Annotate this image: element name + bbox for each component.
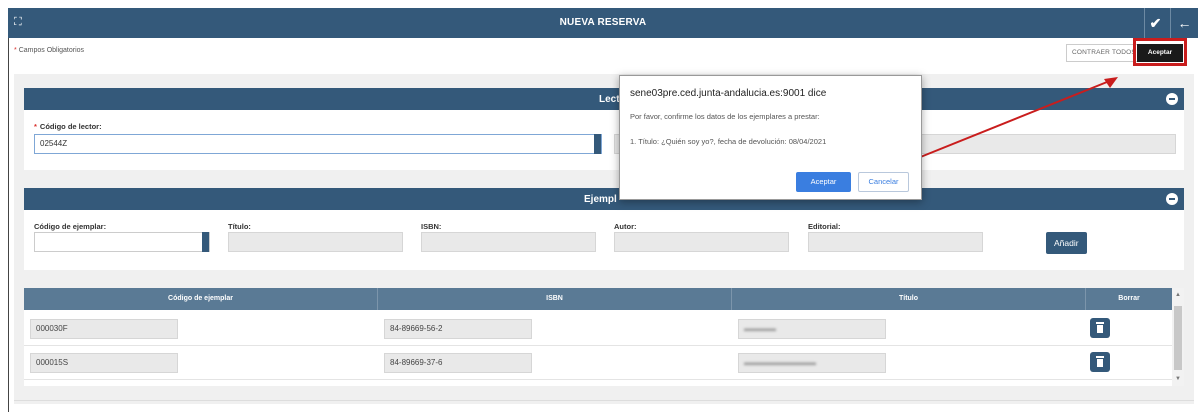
dialog-item: 1. Título: ¿Quién soy yo?, fecha de devo… bbox=[630, 137, 827, 146]
table-row: 000015S 84-89669-37-6 ▬▬▬▬▬▬▬▬▬ bbox=[24, 346, 1172, 380]
isbn-cell: 84-89669-56-2 bbox=[384, 319, 532, 339]
isbn-cell: 84-89669-37-6 bbox=[384, 353, 532, 373]
dialog-message: Por favor, confirme los datos de los eje… bbox=[630, 112, 820, 121]
editorial-field bbox=[808, 232, 983, 252]
codigo-lector-value: 02544Z bbox=[40, 139, 68, 148]
titulo-cell: ▬▬▬▬ bbox=[738, 319, 886, 339]
codigo-ejemplar-label: Código de ejemplar: bbox=[34, 222, 107, 231]
codigo-lector-label: * Código de lector: bbox=[34, 122, 102, 131]
blurred-title: ▬▬▬▬ bbox=[744, 324, 776, 333]
titulo-field bbox=[228, 232, 403, 252]
dialog-cancel-button[interactable]: Cancelar bbox=[858, 172, 909, 192]
input-side-marker bbox=[202, 232, 209, 252]
dialog-accept-button[interactable]: Aceptar bbox=[796, 172, 851, 192]
editorial-label: Editorial: bbox=[808, 222, 841, 231]
th-titulo: Título bbox=[732, 288, 1086, 310]
th-isbn: ISBN bbox=[378, 288, 732, 310]
scroll-up-icon[interactable]: ▲ bbox=[1175, 292, 1181, 298]
content-area: Lector * Código de lector: 02544Z Ejempl … bbox=[14, 74, 1194, 404]
ejemplar-section-header[interactable]: Ejempl bbox=[24, 188, 1184, 210]
input-side-marker bbox=[594, 134, 601, 154]
required-note-text: Campos Obligatorios bbox=[18, 47, 85, 54]
isbn-field bbox=[421, 232, 596, 252]
codigo-ejemplar-input[interactable] bbox=[34, 232, 210, 252]
trash-icon[interactable] bbox=[1090, 352, 1110, 372]
autor-field bbox=[614, 232, 789, 252]
codigo-cell: 000015S bbox=[30, 353, 178, 373]
th-codigo: Código de ejemplar bbox=[24, 288, 378, 310]
th-borrar: Borrar bbox=[1118, 295, 1140, 302]
dialog-title: sene03pre.ced.junta-andalucia.es:9001 di… bbox=[630, 88, 827, 99]
table-row: 000030F 84-89669-56-2 ▬▬▬▬ bbox=[24, 312, 1172, 346]
page-title: NUEVA RESERVA bbox=[559, 17, 647, 28]
required-fields-note: * Campos Obligatorios bbox=[14, 47, 84, 54]
blurred-title: ▬▬▬▬▬▬▬▬▬ bbox=[744, 358, 816, 367]
confirm-check-button[interactable]: ✔ bbox=[1144, 8, 1166, 38]
codigo-lector-label-text: Código de lector: bbox=[39, 122, 102, 131]
codigo-lector-input[interactable]: 02544Z bbox=[34, 134, 602, 154]
ejemplares-table: Código de ejemplar ISBN Título Borrar 00… bbox=[24, 288, 1184, 386]
ejemplar-section-title: Ejempl bbox=[584, 194, 617, 205]
ejemplar-section: Ejempl Código de ejemplar: Título: ISBN:… bbox=[24, 188, 1184, 270]
collapse-icon[interactable] bbox=[1166, 193, 1178, 205]
lector-section-header[interactable]: Lector bbox=[24, 88, 1184, 110]
titulo-cell: ▬▬▬▬▬▬▬▬▬ bbox=[738, 353, 886, 373]
collapse-icon[interactable] bbox=[1166, 93, 1178, 105]
autor-label: Autor: bbox=[614, 222, 637, 231]
title-bar: ⛶ NUEVA RESERVA ✔ ← bbox=[8, 8, 1198, 38]
lector-section: Lector * Código de lector: 02544Z bbox=[24, 88, 1184, 170]
titulo-label: Título: bbox=[228, 222, 251, 231]
table-scrollbar[interactable]: ▲ ▼ bbox=[1172, 288, 1184, 386]
scroll-down-icon[interactable]: ▼ bbox=[1175, 376, 1181, 382]
isbn-label: ISBN: bbox=[421, 222, 442, 231]
bottom-divider bbox=[14, 400, 1194, 401]
trash-icon[interactable] bbox=[1090, 318, 1110, 338]
back-arrow-button[interactable]: ← bbox=[1170, 8, 1198, 38]
required-star: * bbox=[14, 47, 17, 54]
highlight-box bbox=[1133, 38, 1187, 66]
codigo-cell: 000030F bbox=[30, 319, 178, 339]
scroll-thumb[interactable] bbox=[1174, 306, 1182, 370]
add-button[interactable]: Añadir bbox=[1046, 232, 1087, 254]
table-header: Código de ejemplar ISBN Título Borrar bbox=[24, 288, 1184, 310]
confirm-dialog: sene03pre.ced.junta-andalucia.es:9001 di… bbox=[619, 75, 922, 200]
